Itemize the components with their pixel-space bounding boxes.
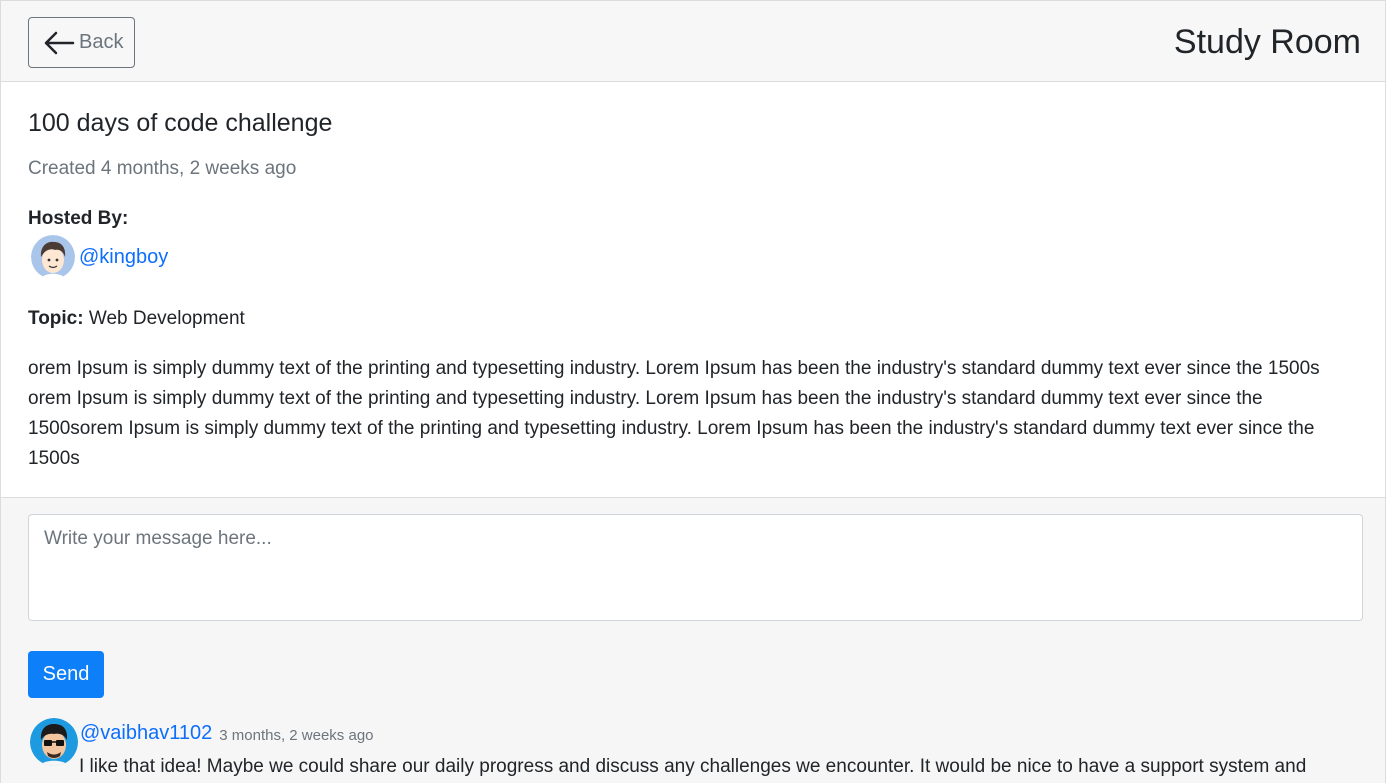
page-title: Study Room <box>1173 23 1361 61</box>
arrow-left-icon <box>44 31 75 54</box>
message-input[interactable] <box>28 514 1363 621</box>
message-author-avatar[interactable] <box>30 718 78 766</box>
topic-value: Web Development <box>88 308 245 329</box>
host-avatar[interactable] <box>31 235 75 279</box>
back-button[interactable]: Back <box>28 17 135 68</box>
back-button-label: Back <box>79 31 124 53</box>
chat-message: @vaibhav1102 3 months, 2 weeks ago I lik… <box>30 718 1370 777</box>
message-timestamp: 3 months, 2 weeks ago <box>219 726 374 744</box>
hosted-by-label: Hosted By: <box>28 208 129 229</box>
room-description: orem Ipsum is simply dummy text of the p… <box>28 358 1320 469</box>
room-created-time: Created 4 months, 2 weeks ago <box>28 158 297 179</box>
header: Back Study Room <box>1 0 1385 82</box>
message-author-link[interactable]: @vaibhav1102 <box>80 722 212 745</box>
send-button[interactable]: Send <box>28 651 104 698</box>
message-body: I like that idea! Maybe we could share o… <box>79 756 1307 777</box>
room-name: 100 days of code challenge <box>28 109 333 137</box>
chat-section: Send @vaibhav1102 3 months, 2 weeks ago … <box>1 498 1385 783</box>
room-details: 100 days of code challenge Created 4 mon… <box>1 82 1385 498</box>
room-host[interactable]: @kingboy <box>31 235 168 279</box>
room-topic: Topic: Web Development <box>28 308 245 330</box>
topic-label: Topic: <box>28 308 84 329</box>
study-room-page: Back Study Room 100 days of code challen… <box>0 0 1386 783</box>
host-username-link[interactable]: @kingboy <box>79 246 168 269</box>
